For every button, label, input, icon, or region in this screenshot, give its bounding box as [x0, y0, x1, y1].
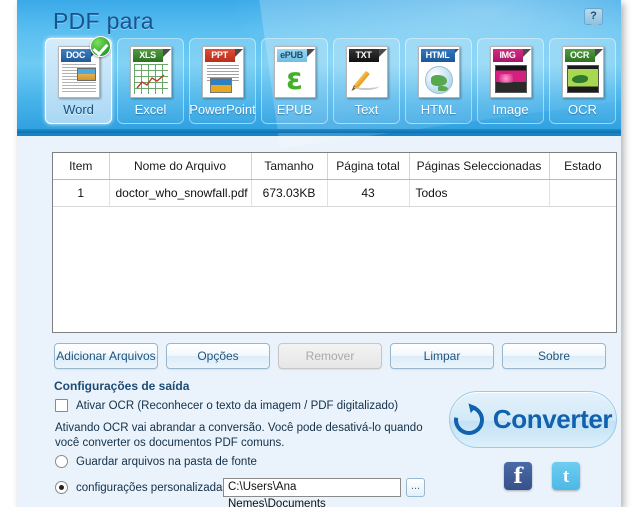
tab-label-ocr: OCR — [568, 102, 597, 117]
tab-label-text: Text — [354, 102, 379, 117]
application-window: PDF para ? DOC Word XLS Excel PPT PowerP… — [17, 0, 621, 507]
ocr-preview — [566, 64, 600, 94]
column-header-total-pages[interactable]: Página total — [327, 153, 410, 180]
convert-button-label: Converter — [492, 404, 613, 434]
column-header-item[interactable]: Item — [53, 153, 110, 180]
html-preview — [422, 64, 456, 94]
radio-label-source-folder: Guardar arquivos na pasta de fonte — [76, 455, 257, 468]
browse-folder-button[interactable]: ... — [406, 478, 425, 497]
tab-badge-html: HTML — [420, 49, 455, 62]
refresh-circle-arrow-icon — [447, 398, 490, 441]
column-header-state[interactable]: Estado — [549, 153, 616, 180]
tab-excel[interactable]: XLS Excel — [117, 38, 184, 124]
app-header: PDF para ? DOC Word XLS Excel PPT PowerP… — [17, 0, 621, 149]
cell-item: 1 — [53, 179, 110, 207]
tab-badge-ocr: OCR — [564, 49, 595, 62]
radio-row-custom: configurações personalizadas — [55, 481, 228, 494]
scan-thumb-icon — [566, 65, 599, 93]
globe-icon — [424, 65, 453, 94]
cell-selected-pages[interactable]: Todos — [409, 179, 550, 207]
html-file-icon: HTML — [417, 46, 460, 98]
ppt-preview — [206, 64, 240, 94]
tab-word[interactable]: DOC Word — [45, 36, 112, 124]
tab-badge-epub: ePUB — [276, 49, 307, 62]
about-button[interactable]: Sobre — [502, 343, 606, 369]
add-files-button[interactable]: Adicionar Arquivos — [54, 343, 158, 369]
social-links: f t — [504, 462, 580, 490]
ocr-checkbox-label: Ativar OCR (Reconhecer o texto da imagem… — [76, 399, 399, 412]
tab-badge-text: TXT — [348, 49, 379, 62]
format-tab-bar: DOC Word XLS Excel PPT PowerPoint ePUB ε… — [45, 36, 616, 124]
txt-preview — [350, 64, 384, 94]
tab-html[interactable]: HTML HTML — [405, 38, 472, 124]
radio-row-source-folder: Guardar arquivos na pasta de fonte — [55, 455, 257, 468]
column-header-size[interactable]: Tamanho — [251, 153, 328, 180]
ppt-file-icon: PPT — [201, 46, 244, 98]
table-row[interactable]: 1 doctor_who_snowfall.pdf 673.03KB 43 To… — [53, 179, 616, 207]
cell-state — [549, 179, 616, 207]
selected-check-icon — [90, 36, 111, 57]
file-list-table[interactable]: Item Nome do Arquivo Tamanho Página tota… — [52, 152, 617, 333]
epub-file-icon: ePUB ε — [273, 46, 316, 98]
tab-epub[interactable]: ePUB ε EPUB — [261, 38, 328, 124]
chart-line-icon — [135, 74, 164, 89]
column-header-filename[interactable]: Nome do Arquivo — [109, 153, 252, 180]
cell-filename: doctor_who_snowfall.pdf — [109, 179, 252, 207]
action-button-row: Adicionar Arquivos Opções Remover Limpar… — [54, 343, 606, 369]
table-header-row: Item Nome do Arquivo Tamanho Página tota… — [53, 153, 616, 180]
remove-button: Remover — [278, 343, 382, 369]
epub-preview: ε — [278, 64, 312, 94]
xls-file-icon: XLS — [129, 46, 172, 98]
options-button[interactable]: Opções — [166, 343, 270, 369]
ocr-checkbox[interactable] — [55, 399, 68, 412]
tab-label-word: Word — [63, 102, 94, 117]
output-path-input[interactable]: C:\Users\Ana Nemes\Documents — [223, 478, 401, 507]
epub-logo-icon: ε — [286, 61, 303, 97]
swoosh-line — [352, 82, 379, 90]
doc-preview — [61, 64, 96, 94]
tab-badge-word: DOC — [60, 49, 91, 62]
twitter-icon[interactable]: t — [552, 462, 580, 490]
doc-image-thumb — [76, 68, 96, 81]
tab-label-powerpoint: PowerPoint — [189, 102, 256, 117]
tab-badge-excel: XLS — [132, 49, 163, 62]
column-header-selected-pages[interactable]: Páginas Seleccionadas — [409, 153, 550, 180]
tab-ocr[interactable]: OCR OCR — [549, 38, 616, 124]
ocr-file-icon: OCR — [561, 46, 604, 98]
tab-label-excel: Excel — [134, 102, 167, 117]
tab-label-image: Image — [492, 102, 529, 117]
radio-custom-settings[interactable] — [55, 481, 68, 494]
xls-preview — [133, 64, 168, 94]
tab-text[interactable]: TXT Text — [333, 38, 400, 124]
radio-label-custom: configurações personalizadas — [76, 481, 229, 494]
tab-badge-image: IMG — [492, 49, 523, 62]
ocr-note-text: Ativando OCR vai abrandar a conversão. V… — [55, 422, 423, 449]
convert-button[interactable]: Converter — [447, 391, 617, 448]
facebook-icon[interactable]: f — [504, 462, 532, 490]
tab-label-epub: EPUB — [276, 102, 313, 117]
img-preview — [494, 64, 528, 94]
photo-thumb-icon — [494, 65, 527, 93]
tab-badge-powerpoint: PPT — [204, 49, 235, 62]
ppt-image-thumb — [209, 78, 232, 93]
help-question-icon[interactable]: ? — [584, 8, 603, 29]
tab-image[interactable]: IMG Image — [477, 38, 544, 124]
tab-powerpoint[interactable]: PPT PowerPoint — [189, 38, 256, 124]
img-file-icon: IMG — [489, 46, 532, 98]
clear-button[interactable]: Limpar — [390, 343, 494, 369]
radio-save-in-source-folder[interactable] — [55, 455, 68, 468]
ocr-checkbox-row: Ativar OCR (Reconhecer o texto da imagem… — [55, 399, 398, 412]
tab-label-html: HTML — [420, 102, 457, 117]
txt-file-icon: TXT — [345, 46, 388, 98]
cell-size: 673.03KB — [251, 179, 328, 207]
cell-total-pages: 43 — [327, 179, 410, 207]
output-settings-title: Configurações de saída — [54, 379, 190, 393]
page-title: PDF para — [53, 8, 154, 34]
